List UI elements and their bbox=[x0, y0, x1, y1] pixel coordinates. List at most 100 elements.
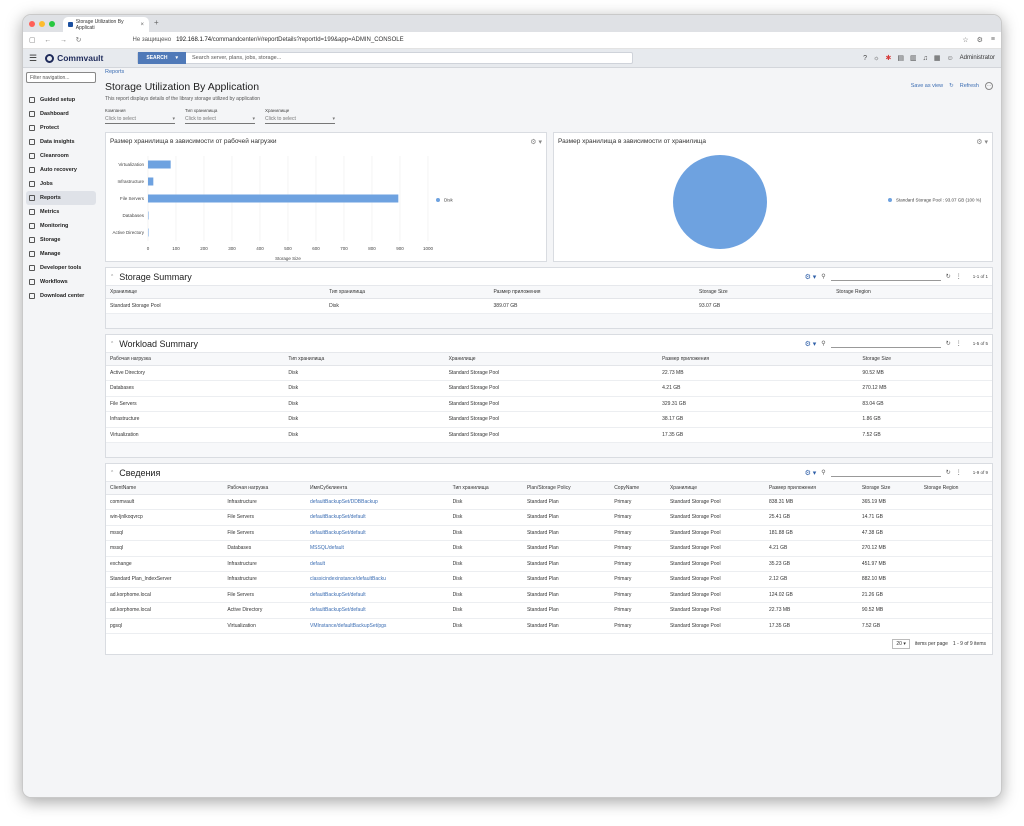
column-header[interactable]: Тип хранилища bbox=[448, 482, 523, 495]
column-header[interactable]: Рабочая нагрузка bbox=[106, 353, 285, 366]
sidebar-item-developer-tools[interactable]: Developer tools bbox=[26, 261, 96, 275]
column-header[interactable]: ИмяСубклиента bbox=[306, 482, 449, 495]
subclient-link[interactable]: MSSQL/default bbox=[306, 540, 449, 557]
filter-storage[interactable]: Хранилище Click to select ▾ bbox=[265, 108, 335, 124]
page-size-select[interactable]: 20 ▾ bbox=[892, 639, 910, 649]
bell-icon[interactable]: ♫ bbox=[923, 55, 928, 62]
column-header[interactable]: Рабочая нагрузка bbox=[223, 482, 306, 495]
table-search-input[interactable] bbox=[830, 339, 941, 348]
sidebar-item-protect[interactable]: Protect bbox=[26, 121, 96, 135]
kebab-menu-icon[interactable]: ⋮ bbox=[956, 273, 962, 280]
sidebar-toggle-icon[interactable]: ▢ bbox=[29, 37, 36, 44]
user-icon[interactable]: ☺ bbox=[947, 55, 954, 62]
sidebar-item-storage[interactable]: Storage bbox=[26, 233, 96, 247]
filter-value[interactable]: Click to select bbox=[265, 116, 296, 123]
reload-table-icon[interactable]: ↻ bbox=[946, 469, 951, 476]
column-header[interactable]: Хранилище bbox=[665, 482, 765, 495]
minimize-window-button[interactable] bbox=[39, 20, 45, 27]
user-name[interactable]: Administrator bbox=[960, 55, 995, 61]
collapse-icon[interactable]: ⌃ bbox=[110, 274, 114, 280]
zoom-window-button[interactable] bbox=[49, 20, 55, 27]
breadcrumb[interactable]: Reports bbox=[105, 69, 993, 75]
back-icon[interactable]: ← bbox=[44, 37, 51, 44]
table-settings-icon[interactable]: ⚙ ▾ bbox=[805, 469, 817, 477]
filter-company[interactable]: Компания Click to select ▾ bbox=[105, 108, 175, 124]
close-tab-icon[interactable]: × bbox=[140, 22, 144, 28]
new-tab-icon[interactable]: + bbox=[154, 18, 159, 27]
file-icon[interactable]: ▤ bbox=[897, 54, 904, 62]
brand-logo[interactable]: Commvault bbox=[45, 53, 103, 63]
url-field[interactable]: Не защищено 192.168.1.74 /commandcenter/… bbox=[133, 37, 404, 43]
column-header[interactable]: Размер приложения bbox=[764, 482, 858, 495]
refresh-icon[interactable]: ↻ bbox=[949, 83, 954, 89]
browser-menu-icon[interactable]: ≡ bbox=[991, 36, 995, 44]
subclient-link[interactable]: defaultBackupSet/default bbox=[306, 509, 449, 526]
collapse-icon[interactable]: ⌃ bbox=[110, 470, 114, 476]
column-header[interactable]: Тип хранилища bbox=[325, 286, 490, 299]
bookmark-star-icon[interactable]: ☆ bbox=[962, 36, 968, 44]
subclient-link[interactable]: defaultBackupSet/default bbox=[306, 602, 449, 619]
table-search-input[interactable] bbox=[830, 468, 941, 477]
column-header[interactable]: CopyName bbox=[610, 482, 666, 495]
filter-storage-type[interactable]: Тип хранилища Click to select ▾ bbox=[185, 108, 255, 124]
chart-settings-icon[interactable]: ⚙ ▾ bbox=[530, 138, 542, 146]
sidebar-item-manage[interactable]: Manage bbox=[26, 247, 96, 261]
close-window-button[interactable] bbox=[29, 20, 35, 27]
subclient-link[interactable]: VMInstance/defaultBackupSet/pgs bbox=[306, 618, 449, 634]
subclient-link[interactable]: defaultBackupSet/default bbox=[306, 587, 449, 603]
sidebar-item-cleanroom[interactable]: Cleanroom bbox=[26, 149, 96, 163]
more-options-icon[interactable]: ⋯ bbox=[985, 82, 993, 90]
sidebar-item-metrics[interactable]: Metrics bbox=[26, 205, 96, 219]
column-header[interactable]: Тип хранилища bbox=[284, 353, 445, 366]
sun-icon[interactable]: ☼ bbox=[873, 55, 879, 62]
sidebar-item-workflows[interactable]: Workflows bbox=[26, 275, 96, 289]
subclient-link[interactable]: defaultBackupSet/DDBBackup bbox=[306, 494, 449, 510]
column-header[interactable]: Storage Size bbox=[695, 286, 833, 299]
sidebar-item-auto-recovery[interactable]: Auto recovery bbox=[26, 163, 96, 177]
browser-tab[interactable]: Storage Utilization By Applicati × bbox=[63, 17, 149, 32]
reload-table-icon[interactable]: ↻ bbox=[946, 340, 951, 347]
column-header[interactable]: Хранилище bbox=[106, 286, 326, 299]
column-header[interactable]: Размер приложения bbox=[489, 286, 696, 299]
column-header[interactable]: Хранилище bbox=[444, 353, 659, 366]
sidebar-item-monitoring[interactable]: Monitoring bbox=[26, 219, 96, 233]
menu-icon[interactable]: ☰ bbox=[29, 53, 37, 64]
column-header[interactable]: Storage Region bbox=[832, 286, 992, 299]
table-search-input[interactable] bbox=[830, 272, 941, 281]
column-header[interactable]: Storage Region bbox=[919, 482, 992, 495]
reload-table-icon[interactable]: ↻ bbox=[946, 273, 951, 280]
help-icon[interactable]: ? bbox=[863, 55, 867, 62]
subclient-link[interactable]: defaultBackupSet/default bbox=[306, 525, 449, 541]
kebab-menu-icon[interactable]: ⋮ bbox=[956, 340, 962, 347]
alert-icon[interactable]: ✱ bbox=[886, 54, 892, 62]
chart-settings-icon[interactable]: ⚙ ▾ bbox=[976, 138, 988, 146]
subclient-link[interactable]: default bbox=[306, 556, 449, 572]
filter-value[interactable]: Click to select bbox=[105, 116, 136, 123]
table-settings-icon[interactable]: ⚙ ▾ bbox=[805, 340, 817, 348]
calendar-icon[interactable]: ▦ bbox=[934, 54, 941, 62]
refresh-link[interactable]: Refresh bbox=[960, 83, 979, 89]
sidebar-item-data-insights[interactable]: Data insights bbox=[26, 135, 96, 149]
subclient-link[interactable]: classicindexinstance/defaultBacku bbox=[306, 571, 449, 588]
document-icon[interactable]: ▥ bbox=[910, 54, 917, 62]
column-header[interactable]: Storage Size bbox=[858, 353, 992, 366]
sidebar-item-dashboard[interactable]: Dashboard bbox=[26, 107, 96, 121]
column-header[interactable]: Storage Size bbox=[857, 482, 920, 495]
reload-icon[interactable]: ↻ bbox=[76, 37, 82, 44]
column-header[interactable]: Размер приложения bbox=[658, 353, 859, 366]
sidebar-item-jobs[interactable]: Jobs bbox=[26, 177, 96, 191]
table-settings-icon[interactable]: ⚙ ▾ bbox=[805, 273, 817, 281]
column-header[interactable]: Plan/Storage Policy bbox=[522, 482, 611, 495]
sidebar-item-download-center[interactable]: Download center bbox=[26, 289, 96, 303]
forward-icon[interactable]: → bbox=[60, 37, 67, 44]
sidebar-item-guided-setup[interactable]: Guided setup bbox=[26, 93, 96, 107]
column-header[interactable]: ClientName bbox=[106, 482, 224, 495]
kebab-menu-icon[interactable]: ⋮ bbox=[956, 469, 962, 476]
save-as-view-link[interactable]: Save as view bbox=[911, 83, 943, 89]
search-scope-button[interactable]: SEARCH ▾ bbox=[138, 52, 187, 64]
sidebar-item-reports[interactable]: Reports bbox=[26, 191, 96, 205]
collapse-icon[interactable]: ⌃ bbox=[110, 341, 114, 347]
filter-navigation-input[interactable]: Filter navigation... bbox=[26, 72, 96, 83]
filter-value[interactable]: Click to select bbox=[185, 116, 216, 123]
global-search[interactable]: SEARCH ▾ Search server, plans, jobs, stor… bbox=[137, 52, 634, 64]
